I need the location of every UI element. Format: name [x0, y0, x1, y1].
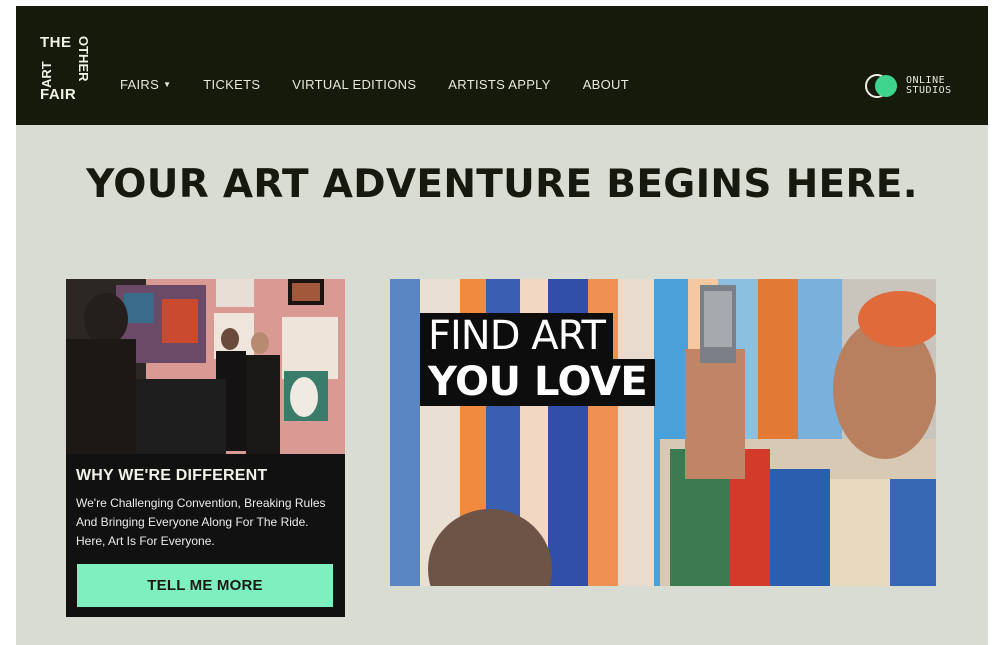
gallery-visitors-photo — [66, 279, 345, 454]
online-studios-line2: STUDIOS — [906, 85, 952, 96]
logo-other: OTHER — [76, 36, 91, 82]
nav-item-fairs[interactable]: FAIRS ▼ — [120, 77, 171, 92]
circle-filled-icon — [875, 75, 897, 97]
nav-item-virtual-editions[interactable]: VIRTUAL EDITIONS — [292, 77, 416, 92]
logo-the: THE — [40, 34, 72, 51]
online-studios-link[interactable]: ONLINE STUDIOS — [864, 71, 974, 101]
find-art-hero[interactable]: FIND ART YOU LOVE — [390, 279, 936, 586]
logo-art: ART — [39, 61, 54, 88]
logo-fair: FAIR — [40, 86, 77, 103]
nav-item-label: FAIRS — [120, 77, 160, 92]
nav-item-about[interactable]: ABOUT — [583, 77, 629, 92]
why-different-card: WHY WE'RE DIFFERENT We're Challenging Co… — [66, 279, 345, 617]
nav-item-tickets[interactable]: TICKETS — [203, 77, 260, 92]
page-headline: YOUR ART ADVENTURE BEGINS HERE. — [86, 162, 918, 207]
hero-banner-line1: FIND ART — [420, 313, 613, 359]
main-nav: FAIRS ▼ TICKETS VIRTUAL EDITIONS ARTISTS … — [120, 77, 661, 92]
top-navbar: THE ART OTHER FAIR FAIRS ▼ TICKETS VIRTUA… — [16, 6, 988, 125]
site-logo[interactable]: THE ART OTHER FAIR — [39, 34, 91, 104]
photo-illustration — [66, 279, 345, 454]
page-frame: THE ART OTHER FAIR FAIRS ▼ TICKETS VIRTUA… — [16, 6, 988, 645]
tell-me-more-button[interactable]: TELL ME MORE — [77, 564, 333, 607]
nav-item-artists-apply[interactable]: ARTISTS APPLY — [448, 77, 550, 92]
hero-banner-line2: YOU LOVE — [420, 359, 656, 406]
caret-down-icon: ▼ — [163, 80, 172, 89]
card-description: We're Challenging Convention, Breaking R… — [76, 496, 326, 548]
card-title: WHY WE'RE DIFFERENT — [76, 467, 268, 484]
online-studios-label: ONLINE STUDIOS — [906, 76, 952, 96]
